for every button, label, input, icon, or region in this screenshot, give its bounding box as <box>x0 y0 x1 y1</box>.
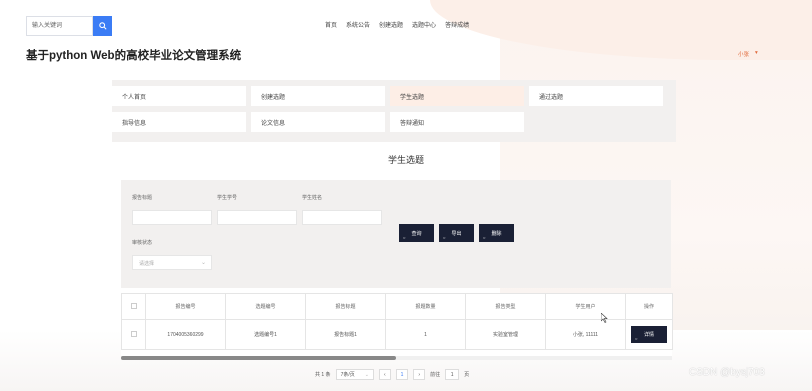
page-title: 学生选题 <box>387 155 424 165</box>
table-row: 1704005360299 选题编号1 报告标题1 1 实验室管理 小张, 11… <box>121 319 673 350</box>
student-no-input[interactable] <box>217 210 297 225</box>
column-header: 报告标题 <box>305 293 386 320</box>
status-select-placeholder: 请选择 <box>139 261 155 267</box>
topnav-topic-center[interactable]: 选题中心 <box>412 20 436 29</box>
row-checkbox[interactable] <box>130 330 137 337</box>
action-cell: ○ 详情 <box>625 319 673 350</box>
topic-no-cell: 选题编号1 <box>225 319 306 350</box>
count-cell: 1 <box>385 319 466 350</box>
menu-item-defense-notice[interactable]: 答辩通知 <box>390 112 524 132</box>
goto-label: 前往 <box>430 372 441 378</box>
page-unit-label: 页 <box>464 372 470 378</box>
status-select[interactable]: 请选择 ⌄ <box>132 255 212 270</box>
dot-icon: ○ <box>635 336 638 341</box>
column-header: 操作 <box>625 293 673 320</box>
dot-icon: ○ <box>443 235 446 240</box>
page-size-select[interactable]: 7条/页 ⌄ <box>335 369 374 380</box>
menu-item-profile[interactable]: 个人首页 <box>112 86 246 106</box>
horizontal-scrollbar[interactable] <box>121 356 672 360</box>
mouse-cursor-icon <box>601 313 608 323</box>
student-cell: 小张, 11111 <box>545 319 626 350</box>
status-label: 审核状态 <box>132 240 153 246</box>
delete-button-label: 删除 <box>491 230 502 237</box>
scrollbar-thumb[interactable] <box>121 356 396 360</box>
next-page-button[interactable]: › <box>413 369 426 380</box>
menu-item-student-topics[interactable]: 学生选题 <box>390 86 524 106</box>
student-name-label: 学生姓名 <box>302 195 323 201</box>
menu-item-thesis-info[interactable]: 论文信息 <box>251 112 385 132</box>
report-title-input[interactable] <box>132 210 212 225</box>
chevron-down-icon: ⌄ <box>200 260 206 266</box>
menu-item-approved-topics[interactable]: 通过选题 <box>529 86 663 106</box>
pagination: 共 1 条 7条/页 ⌄ ‹ 1 › 前往 1 页 <box>315 369 469 380</box>
type-cell: 实验室管理 <box>465 319 546 350</box>
select-all-cell[interactable] <box>121 293 146 320</box>
detail-button[interactable]: ○ 详情 <box>631 326 667 343</box>
export-button[interactable]: ○ 导出 <box>439 224 474 242</box>
student-name-input[interactable] <box>302 210 382 225</box>
app-title: 基于python Web的高校毕业论文管理系统 <box>26 50 242 62</box>
menu-item-guidance[interactable]: 指导信息 <box>112 112 246 132</box>
student-no-label: 学生学号 <box>217 195 238 201</box>
goto-page-input[interactable]: 1 <box>445 369 460 380</box>
column-header: 报题数量 <box>385 293 466 320</box>
current-page[interactable]: 1 <box>395 369 409 380</box>
search-icon <box>98 22 107 30</box>
user-menu[interactable]: 小张 ▾ <box>738 50 758 58</box>
topnav-home[interactable]: 首页 <box>325 20 337 29</box>
report-title-cell: 报告标题1 <box>305 319 386 350</box>
filter-panel: 报告标题 学生学号 学生姓名 审核状态 请选择 ⌄ ○ 查询 ○ 导出 ○ 删除 <box>121 180 671 288</box>
topnav-defense-scores[interactable]: 答辩成绩 <box>445 20 469 29</box>
query-button-label: 查询 <box>411 230 422 237</box>
search-input[interactable] <box>26 16 93 36</box>
report-title-label: 报告标题 <box>132 195 153 201</box>
column-header: 学生用户 <box>545 293 626 320</box>
column-header: 报告类型 <box>465 293 546 320</box>
prev-page-button[interactable]: ‹ <box>378 369 391 380</box>
search-button[interactable] <box>93 16 112 36</box>
data-table: 报告编号 选题编号 报告标题 报题数量 报告类型 学生用户 操作 1704005… <box>121 293 673 356</box>
dot-icon: ○ <box>403 235 406 240</box>
chevron-down-icon: ⌄ <box>364 371 369 378</box>
select-all-checkbox[interactable] <box>130 302 137 309</box>
menu-item-create-topic[interactable]: 创建选题 <box>251 86 385 106</box>
export-button-label: 导出 <box>451 230 462 237</box>
top-bar: 首页 系统公告 创建选题 选题中心 答辩成绩 <box>0 0 812 40</box>
column-header: 选题编号 <box>225 293 306 320</box>
top-nav: 首页 系统公告 创建选题 选题中心 答辩成绩 <box>325 20 469 29</box>
report-no-cell: 1704005360299 <box>145 319 226 350</box>
watermark: CSDN @bysj703 <box>689 367 765 378</box>
pagination-total: 共 1 条 <box>315 372 331 378</box>
page-size-label: 7条/页 <box>340 372 355 378</box>
chevron-down-icon: ▾ <box>755 50 758 56</box>
query-button[interactable]: ○ 查询 <box>399 224 434 242</box>
delete-button[interactable]: ○ 删除 <box>479 224 514 242</box>
center-menu: 个人首页 创建选题 学生选题 通过选题 指导信息 论文信息 答辩通知 <box>112 80 676 142</box>
column-header: 报告编号 <box>145 293 226 320</box>
detail-button-label: 详情 <box>643 332 654 338</box>
topnav-create-topic[interactable]: 创建选题 <box>379 20 403 29</box>
table-header-row: 报告编号 选题编号 报告标题 报题数量 报告类型 学生用户 操作 <box>121 293 673 320</box>
row-select-cell[interactable] <box>121 319 146 350</box>
topnav-announcements[interactable]: 系统公告 <box>346 20 370 29</box>
user-name: 小张 <box>738 52 750 58</box>
dot-icon: ○ <box>483 235 486 240</box>
